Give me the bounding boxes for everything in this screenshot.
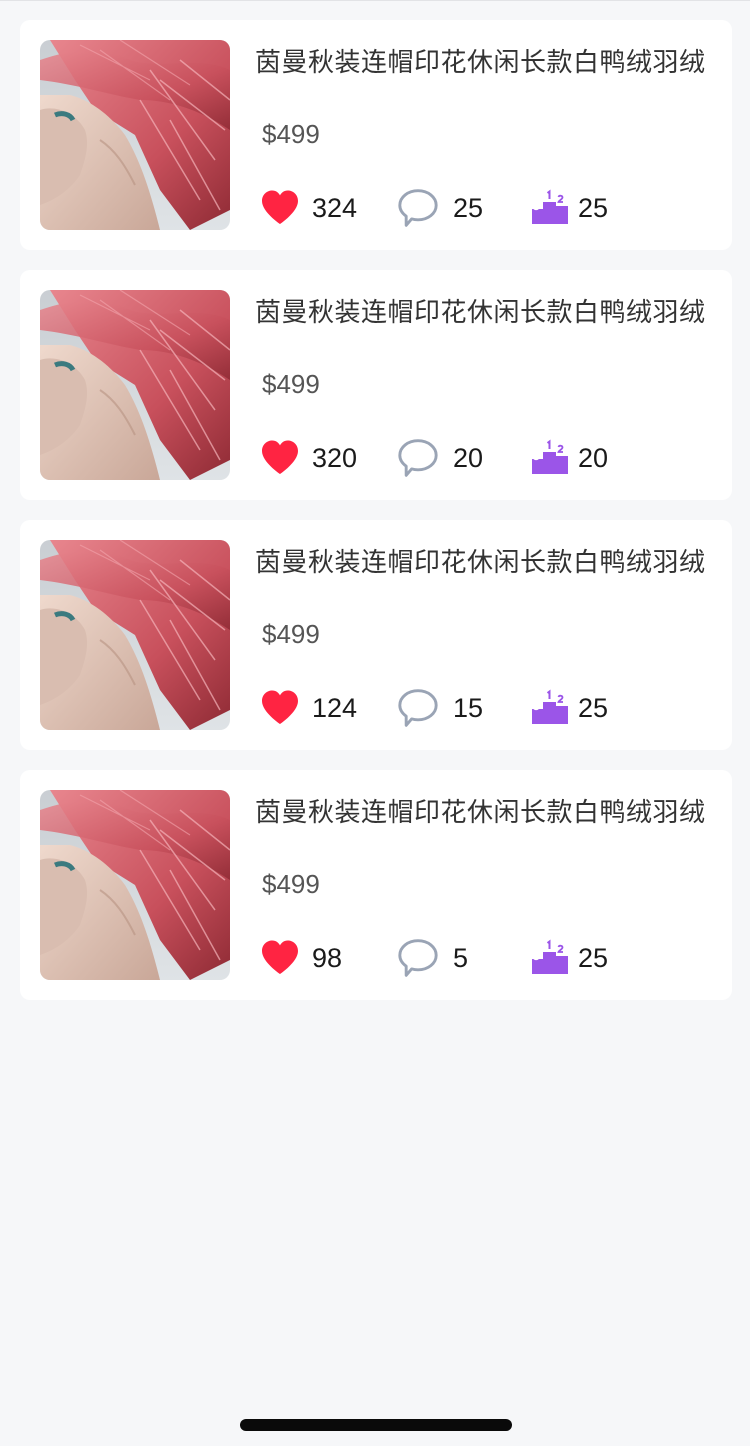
likes-count: 324: [312, 192, 358, 223]
speech-bubble-icon: [398, 689, 438, 727]
home-indicator[interactable]: [240, 1419, 512, 1431]
comments-count: 25: [453, 192, 484, 223]
likes-count: 124: [312, 692, 358, 723]
comments-count: 5: [453, 942, 469, 973]
product-title[interactable]: 茵曼秋装连帽印花休闲长款白鸭绒羽绒: [255, 542, 706, 579]
product-image: [40, 540, 230, 730]
podium-icon: [532, 689, 568, 724]
rank-count: 25: [578, 942, 609, 973]
speech-bubble-icon: [398, 189, 438, 227]
product-card[interactable]: 茵曼秋装连帽印花休闲长款白鸭绒羽绒 $499 98 5 25: [20, 770, 732, 1000]
heart-icon: [262, 190, 298, 224]
heart-icon: [262, 940, 298, 974]
rank-stat[interactable]: 25: [530, 686, 608, 730]
product-price: $499: [262, 369, 320, 399]
heart-icon: [262, 690, 298, 724]
podium-icon: [532, 189, 568, 224]
product-thumbnail[interactable]: [40, 540, 230, 730]
likes-stat[interactable]: 98: [260, 936, 342, 980]
comments-stat[interactable]: 25: [395, 186, 483, 230]
comments-count: 15: [453, 692, 484, 723]
product-price: $499: [262, 619, 320, 649]
product-thumbnail[interactable]: [40, 790, 230, 980]
rank-count: 20: [578, 442, 609, 473]
rank-count: 25: [578, 192, 609, 223]
product-card[interactable]: 茵曼秋装连帽印花休闲长款白鸭绒羽绒 $499 320 20 20: [20, 270, 732, 500]
product-thumbnail[interactable]: [40, 40, 230, 230]
product-title[interactable]: 茵曼秋装连帽印花休闲长款白鸭绒羽绒: [255, 792, 706, 829]
product-card[interactable]: 茵曼秋装连帽印花休闲长款白鸭绒羽绒 $499 124 15 25: [20, 520, 732, 750]
speech-bubble-icon: [398, 439, 438, 477]
product-image: [40, 290, 230, 480]
rank-stat[interactable]: 25: [530, 936, 608, 980]
product-card[interactable]: 茵曼秋装连帽印花休闲长款白鸭绒羽绒 $499 324 25 25: [20, 20, 732, 250]
rank-stat[interactable]: 25: [530, 186, 608, 230]
product-image: [40, 790, 230, 980]
comments-count: 20: [453, 442, 484, 473]
likes-stat[interactable]: 324: [260, 186, 357, 230]
product-price: $499: [262, 119, 320, 149]
product-title[interactable]: 茵曼秋装连帽印花休闲长款白鸭绒羽绒: [255, 42, 706, 79]
rank-count: 25: [578, 692, 609, 723]
product-list: 茵曼秋装连帽印花休闲长款白鸭绒羽绒 $499 324 25 25 茵曼秋装连帽印…: [20, 20, 732, 1020]
likes-count: 320: [312, 442, 358, 473]
rank-stat[interactable]: 20: [530, 436, 608, 480]
product-price: $499: [262, 869, 320, 899]
likes-count: 98: [312, 942, 343, 973]
podium-icon: [532, 939, 568, 974]
likes-stat[interactable]: 124: [260, 686, 357, 730]
likes-stat[interactable]: 320: [260, 436, 357, 480]
product-thumbnail[interactable]: [40, 290, 230, 480]
speech-bubble-icon: [398, 939, 438, 977]
comments-stat[interactable]: 15: [395, 686, 483, 730]
top-divider: [0, 0, 750, 1]
comments-stat[interactable]: 5: [395, 936, 468, 980]
product-image: [40, 40, 230, 230]
podium-icon: [532, 439, 568, 474]
heart-icon: [262, 440, 298, 474]
product-title[interactable]: 茵曼秋装连帽印花休闲长款白鸭绒羽绒: [255, 292, 706, 329]
comments-stat[interactable]: 20: [395, 436, 483, 480]
